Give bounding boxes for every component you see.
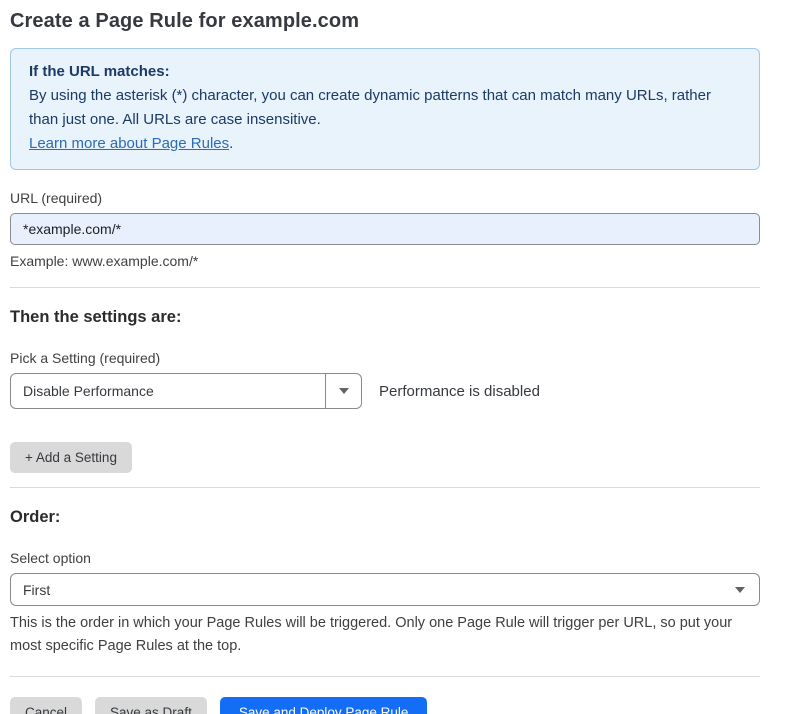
setting-select-arrow-button[interactable] [325, 374, 361, 408]
order-select-value: First [11, 574, 735, 605]
save-as-draft-button[interactable]: Save as Draft [95, 697, 207, 714]
footer-buttons: Cancel Save as Draft Save and Deploy Pag… [10, 697, 760, 714]
order-select-arrow [735, 574, 759, 605]
chevron-down-icon [735, 587, 745, 593]
link-suffix: . [229, 135, 233, 152]
chevron-down-icon [339, 388, 349, 394]
info-box-body: By using the asterisk (*) character, you… [29, 84, 741, 132]
pick-setting-label: Pick a Setting (required) [10, 350, 760, 366]
add-setting-button[interactable]: + Add a Setting [10, 442, 132, 473]
divider [10, 676, 760, 677]
setting-row: Disable Performance Performance is disab… [10, 373, 760, 409]
page-rule-form: Create a Page Rule for example.com If th… [0, 0, 790, 714]
info-box-heading: If the URL matches: [29, 60, 741, 84]
learn-more-link[interactable]: Learn more about Page Rules [29, 135, 229, 152]
divider [10, 287, 760, 288]
divider [10, 487, 760, 488]
url-input[interactable] [10, 213, 760, 245]
cancel-button[interactable]: Cancel [10, 697, 82, 714]
order-select[interactable]: First [10, 573, 760, 606]
setting-select-value: Disable Performance [11, 374, 325, 408]
order-select-label: Select option [10, 550, 760, 566]
setting-status-text: Performance is disabled [379, 383, 540, 400]
order-section-heading: Order: [10, 508, 760, 527]
settings-section-heading: Then the settings are: [10, 308, 760, 327]
setting-select[interactable]: Disable Performance [10, 373, 362, 409]
save-and-deploy-button[interactable]: Save and Deploy Page Rule [220, 697, 428, 714]
url-field-label: URL (required) [10, 190, 760, 206]
url-match-info-box: If the URL matches: By using the asteris… [10, 48, 760, 170]
url-example-text: Example: www.example.com/* [10, 253, 760, 269]
order-help-text: This is the order in which your Page Rul… [10, 612, 760, 658]
page-title: Create a Page Rule for example.com [10, 10, 760, 33]
info-box-link-line: Learn more about Page Rules. [29, 132, 741, 156]
